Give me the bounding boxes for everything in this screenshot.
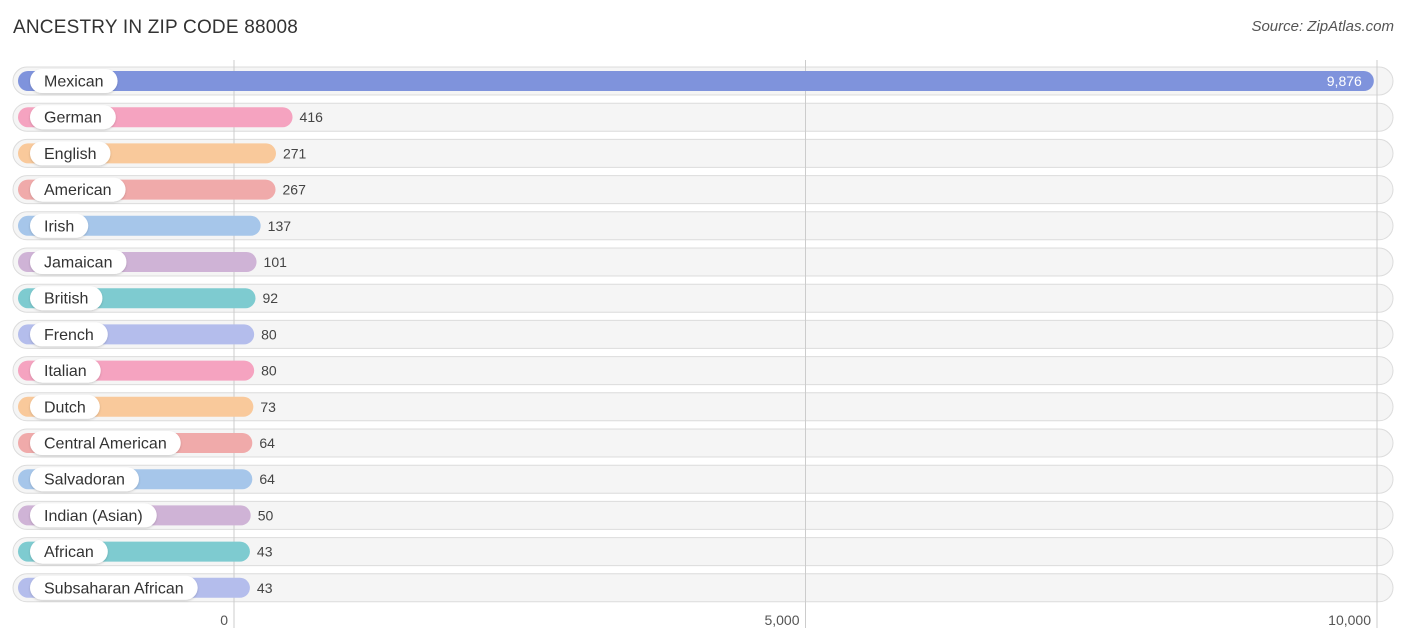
category-label: English (44, 146, 96, 163)
category-label: Indian (Asian) (44, 508, 143, 525)
bar-row: Indian (Asian) 50 (18, 503, 274, 528)
value-label: 64 (259, 471, 275, 487)
bar-row: German 416 (18, 105, 324, 130)
category-label: French (44, 327, 94, 344)
bar-row: African 43 (18, 539, 273, 564)
value-label: 9,876 (1327, 73, 1362, 89)
value-label: 43 (257, 580, 273, 596)
bar (18, 71, 1374, 91)
bar-row: Mexican 9,876 (18, 69, 1374, 93)
value-label: 101 (264, 254, 288, 270)
category-label: British (44, 291, 88, 308)
x-tick-label: 5,000 (764, 612, 799, 628)
value-label: 80 (261, 326, 277, 342)
bar-row: Irish 137 (18, 213, 292, 238)
bar-row: British 92 (18, 286, 279, 311)
category-label: German (44, 110, 102, 127)
bar-row: French 80 (18, 322, 277, 347)
x-tick-label: 10,000 (1328, 612, 1371, 628)
value-label: 43 (257, 544, 273, 560)
bar-row: Jamaican 101 (18, 250, 287, 274)
bar-row: Italian 80 (18, 358, 277, 383)
x-tick-label: 0 (220, 612, 228, 628)
value-label: 416 (300, 109, 324, 125)
category-label: African (44, 544, 94, 561)
category-label: Irish (44, 218, 74, 235)
value-label: 73 (260, 399, 276, 415)
value-label: 92 (263, 290, 279, 306)
bar-row: Central American 64 (18, 431, 275, 455)
bar-row: Dutch 73 (18, 394, 276, 419)
category-label: Central American (44, 436, 167, 453)
category-label: Salvadoran (44, 472, 125, 489)
category-label: Mexican (44, 74, 104, 91)
category-label: American (44, 182, 112, 199)
value-label: 271 (283, 145, 307, 161)
bar-row: American 267 (18, 177, 307, 202)
value-label: 80 (261, 363, 277, 379)
value-label: 64 (259, 435, 275, 451)
bar-row: English 271 (18, 141, 307, 166)
bar-chart: Mexican 9,876 German 416 English 271 American 2… (12, 60, 1394, 628)
category-label: Jamaican (44, 255, 112, 272)
value-label: 137 (268, 218, 292, 234)
category-label: Italian (44, 363, 87, 380)
category-label: Subsaharan African (44, 580, 184, 597)
bar-row: Subsaharan African 43 (18, 575, 273, 600)
value-label: 50 (258, 507, 274, 523)
category-label: Dutch (44, 399, 86, 416)
value-label: 267 (283, 182, 307, 198)
bar-row: Salvadoran 64 (18, 467, 275, 492)
